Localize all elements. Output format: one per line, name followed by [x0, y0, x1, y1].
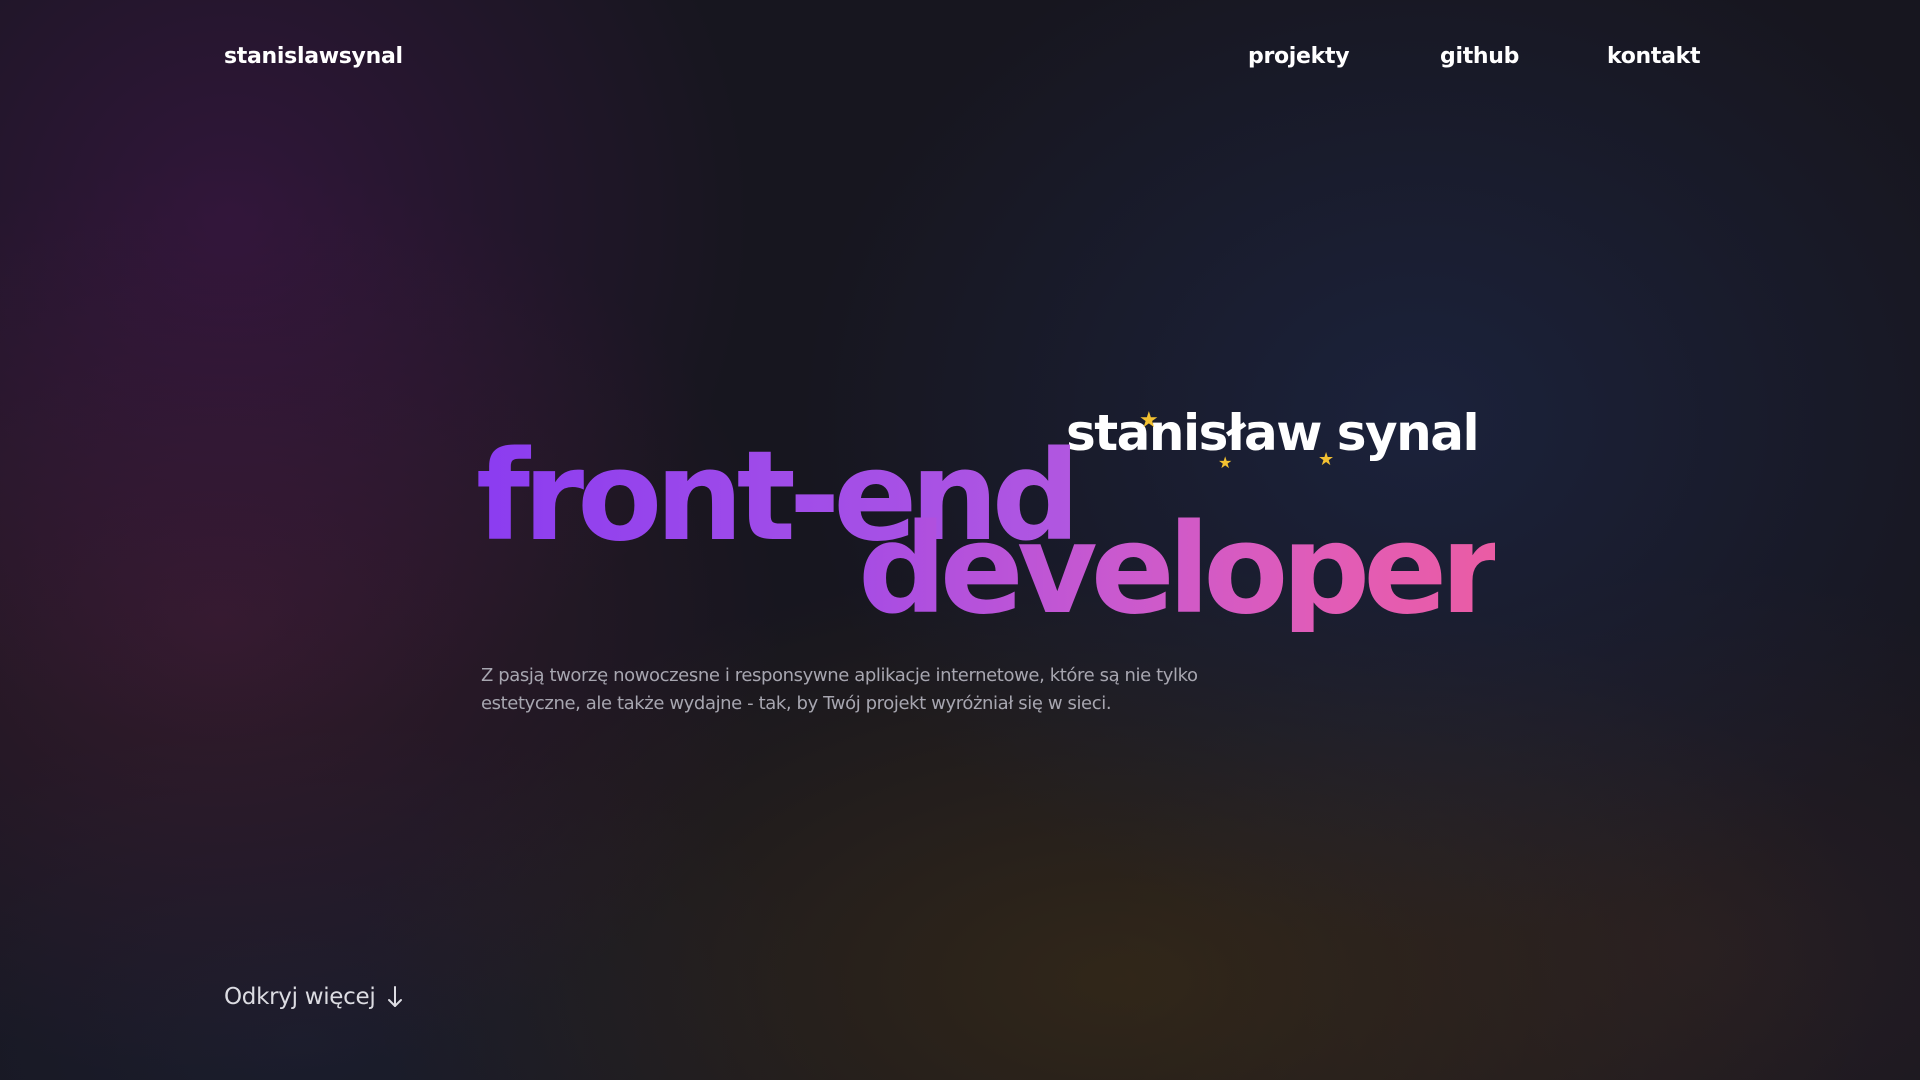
hero-description: Z pasją tworzę nowoczesne i responsywne … [481, 665, 1198, 714]
discover-more-label: Odkryj więcej [224, 984, 376, 1010]
star-icon: ★ [1218, 453, 1233, 472]
top-navigation: stanislawsynal projekty github kontakt [0, 40, 1920, 76]
star-icon: ★ [1318, 449, 1335, 470]
star-icon: ★ [1139, 408, 1159, 433]
discover-more-link[interactable]: Odkryj więcej [224, 984, 403, 1010]
arrow-down-icon [387, 986, 403, 1008]
site-logo[interactable]: stanislawsynal [224, 44, 403, 69]
nav-link-kontakt[interactable]: kontakt [1607, 44, 1701, 69]
hero-name: stanisław synal [1066, 404, 1480, 462]
nav-link-projekty[interactable]: projekty [1248, 44, 1350, 69]
hero-title-line-2: developer [858, 498, 1501, 642]
nav-link-github[interactable]: github [1440, 44, 1519, 69]
